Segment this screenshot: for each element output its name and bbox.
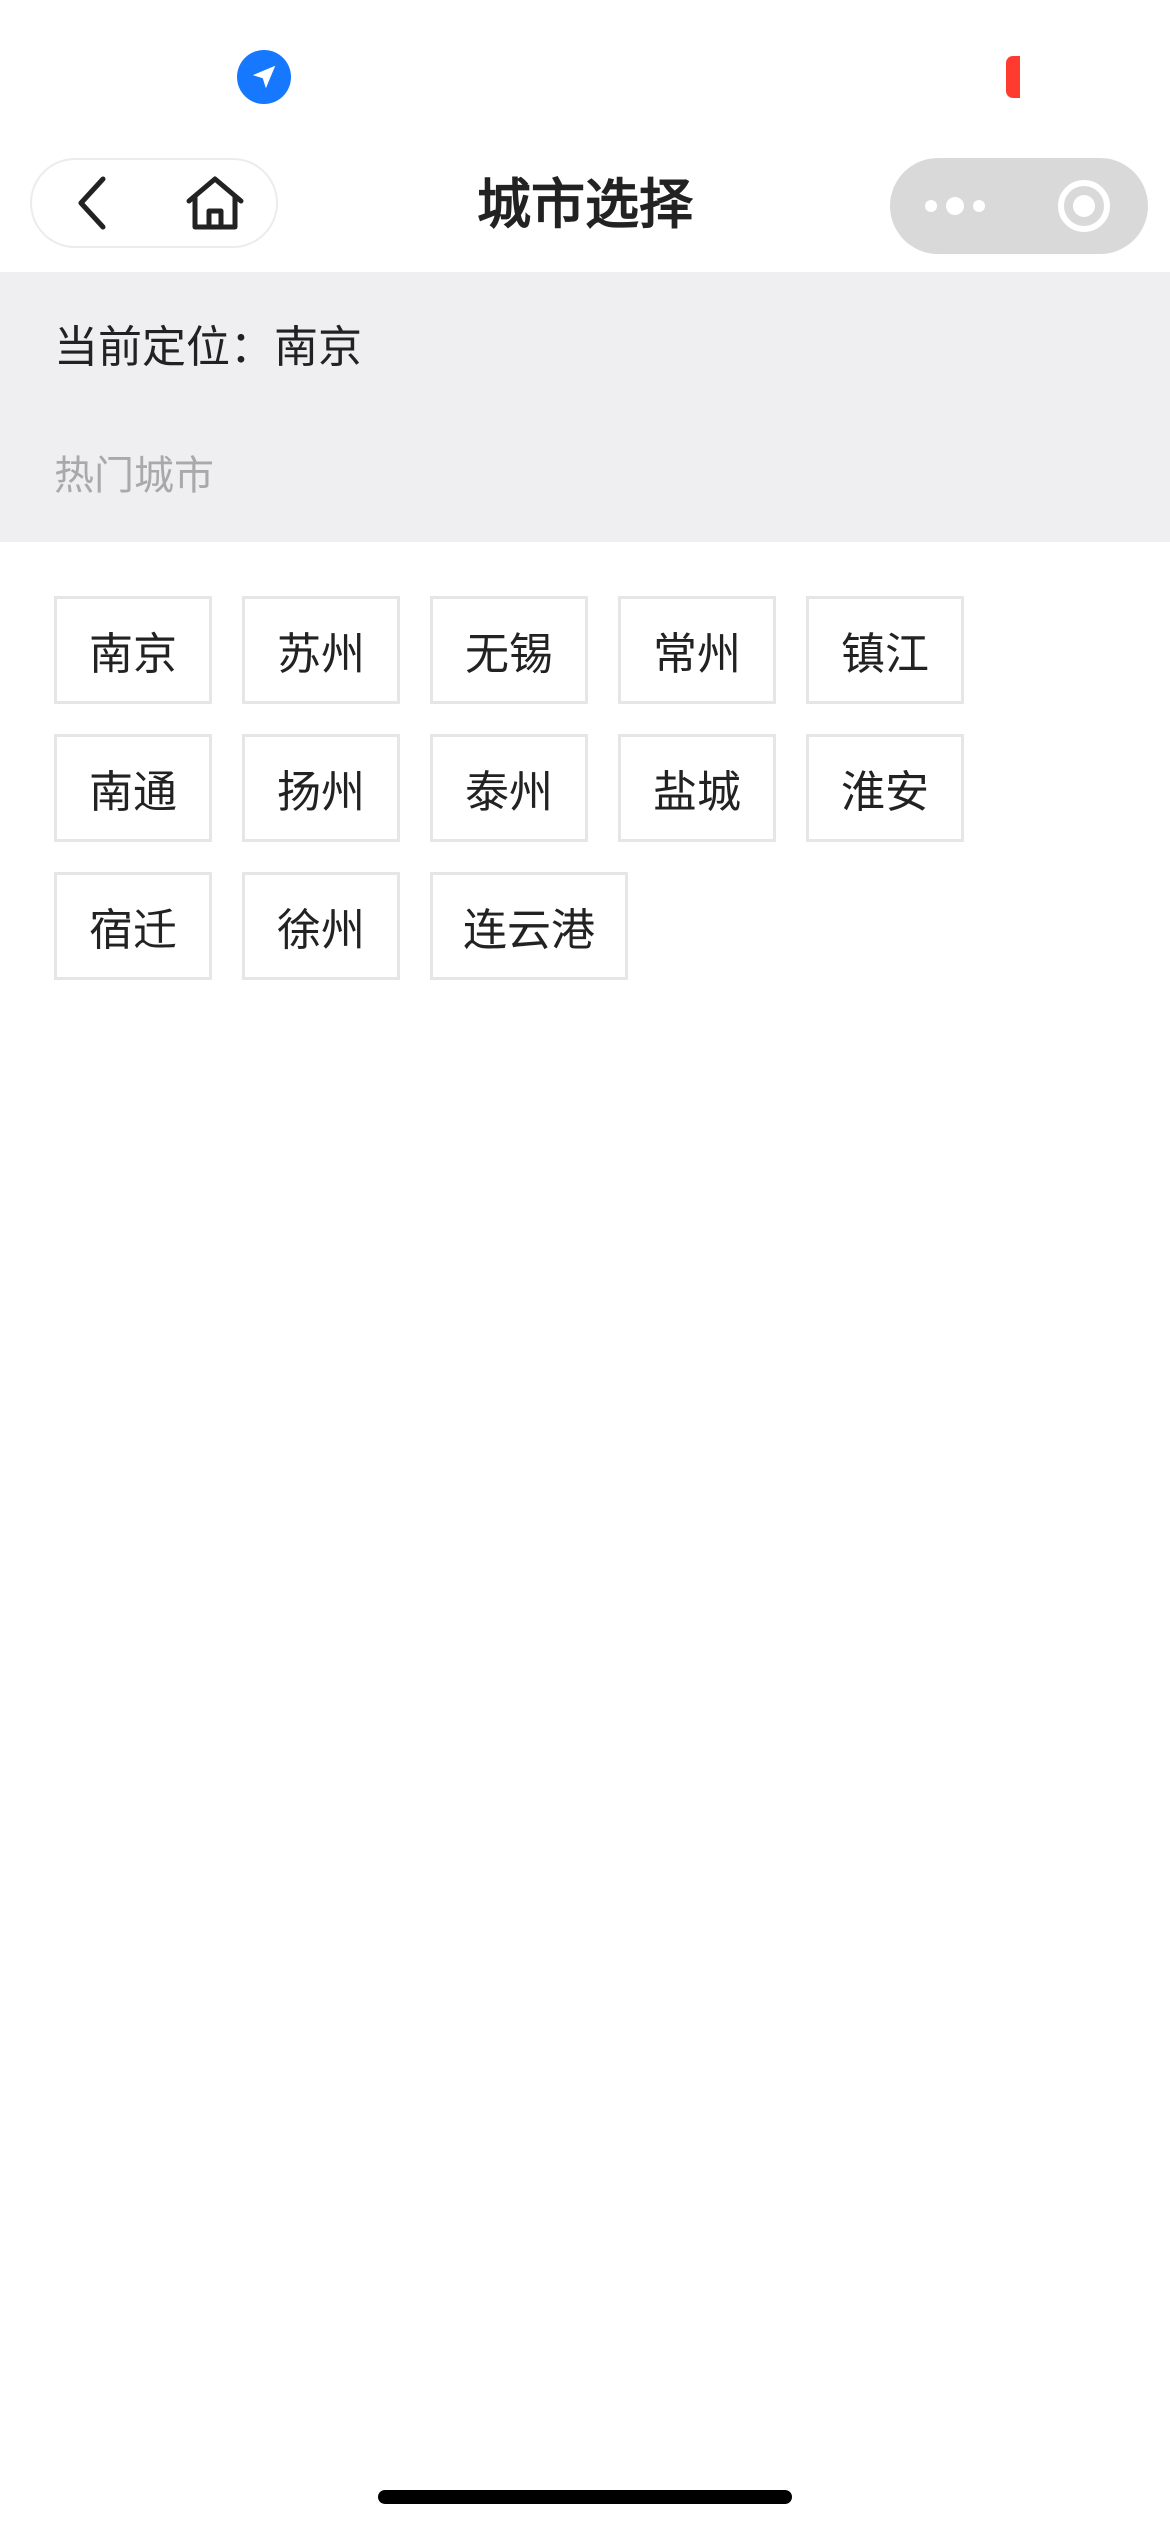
close-button[interactable] xyxy=(1019,158,1148,254)
circle-target-icon xyxy=(1057,180,1110,232)
hot-city-grid: 南京 苏州 无锡 常州 镇江 南通 扬州 泰州 盐城 淮安 宿迁 徐州 连云港 xyxy=(54,596,1134,980)
city-button[interactable]: 泰州 xyxy=(430,734,588,842)
city-button[interactable]: 宿迁 xyxy=(54,872,212,980)
city-button[interactable]: 淮安 xyxy=(806,734,964,842)
location-header: 当前定位：南京 热门城市 xyxy=(0,272,1170,542)
mini-program-capsule xyxy=(890,158,1148,254)
city-button[interactable]: 南通 xyxy=(54,734,212,842)
battery-icon xyxy=(1006,56,1020,98)
city-button[interactable]: 徐州 xyxy=(242,872,400,980)
city-button[interactable]: 常州 xyxy=(618,596,776,704)
city-button[interactable]: 南京 xyxy=(54,596,212,704)
more-button[interactable] xyxy=(890,158,1019,254)
city-button[interactable]: 苏州 xyxy=(242,596,400,704)
location-arrow-icon xyxy=(237,50,291,104)
city-button[interactable]: 连云港 xyxy=(430,872,628,980)
home-indicator xyxy=(378,2490,792,2504)
status-bar xyxy=(0,0,1170,150)
city-button[interactable]: 无锡 xyxy=(430,596,588,704)
hot-cities-label: 热门城市 xyxy=(54,453,214,499)
current-location: 当前定位：南京 xyxy=(54,322,362,373)
nav-bar: 城市选择 xyxy=(0,150,1170,272)
more-dots-icon xyxy=(924,197,985,215)
city-button[interactable]: 镇江 xyxy=(806,596,964,704)
city-button[interactable]: 扬州 xyxy=(242,734,400,842)
city-button[interactable]: 盐城 xyxy=(618,734,776,842)
